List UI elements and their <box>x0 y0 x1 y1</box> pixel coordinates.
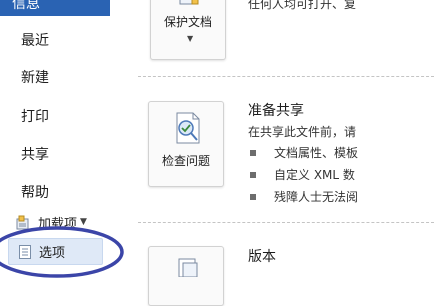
versions-icon <box>175 257 201 278</box>
prepare-share-title: 准备共享 <box>248 103 304 119</box>
chevron-down-icon: ▼ <box>80 217 87 227</box>
versions-title: 版本 <box>248 249 276 265</box>
inspect-document-icon <box>171 111 203 145</box>
sidebar-item-options[interactable]: 选项 <box>8 238 103 265</box>
section-divider <box>138 76 434 77</box>
sidebar-item-print[interactable]: 打印 <box>21 106 49 126</box>
sidebar-item-share[interactable]: 共享 <box>21 144 49 164</box>
sidebar-item-help[interactable]: 帮助 <box>21 182 49 202</box>
prepare-share-bullet: 残障人士无法阅 <box>274 190 359 204</box>
info-tab-label: 信息 <box>12 0 40 12</box>
backstage-sidebar: 信息 最近 新建 打印 共享 帮助 加载项 ▼ 选项 <box>0 0 124 290</box>
sidebar-item-new[interactable]: 新建 <box>21 67 49 87</box>
options-icon <box>19 244 31 259</box>
inspect-document-button[interactable]: 检查问题 <box>148 101 224 187</box>
bullet-icon <box>250 172 256 178</box>
protect-document-icon <box>178 0 200 5</box>
prepare-share-bullet: 自定义 XML 数 <box>274 168 355 182</box>
inspect-document-label: 检查问题 <box>161 154 210 168</box>
options-label: 选项 <box>39 246 66 261</box>
versions-button[interactable] <box>148 246 224 306</box>
protect-description-partial: 任何人均可打开、复 <box>248 0 357 11</box>
prepare-share-description: 在共享此文件前，请 <box>248 125 357 139</box>
sidebar-item-addins[interactable]: 加载项 ▼ <box>16 212 87 232</box>
prepare-share-bullet: 文档属性、模板 <box>274 146 359 160</box>
addins-label: 加载项 <box>38 216 78 232</box>
bullet-icon <box>250 194 256 200</box>
addins-icon <box>16 215 30 230</box>
protect-document-label: 保护文档 <box>163 15 212 29</box>
info-content-pane: 保护文档 ▼ 任何人均可打开、复 检查问题 准备共享 在共享此文件前，请 文档属… <box>118 0 434 306</box>
protect-document-button[interactable]: 保护文档 ▼ <box>150 0 226 60</box>
chevron-down-icon: ▼ <box>187 34 194 43</box>
sidebar-item-recent[interactable]: 最近 <box>21 30 49 50</box>
bullet-icon <box>250 150 256 156</box>
section-divider <box>138 222 434 223</box>
info-tab-selected[interactable]: 信息 <box>0 0 110 16</box>
